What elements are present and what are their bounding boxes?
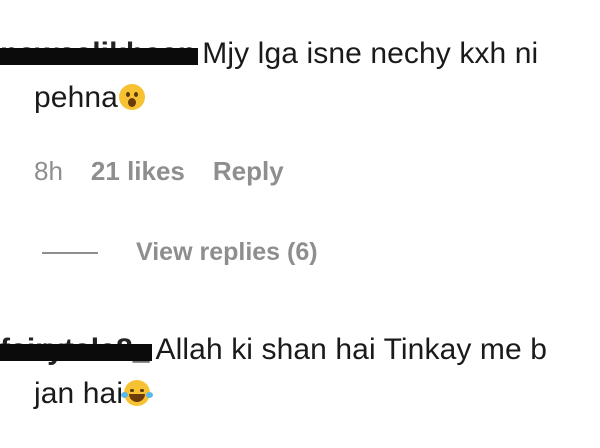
reply-button[interactable]: Reply bbox=[213, 156, 284, 187]
comment-meta: 8h 21 likes Reply bbox=[34, 156, 312, 187]
tears-of-joy-emoji-icon bbox=[121, 380, 154, 406]
likes-count[interactable]: 21 likes bbox=[91, 156, 185, 187]
comment-username[interactable]: fairytale8_ bbox=[0, 328, 152, 372]
redaction-bar bbox=[0, 344, 152, 361]
comment-username[interactable]: nawaalikhaan bbox=[0, 32, 199, 76]
divider-line bbox=[42, 251, 98, 254]
redaction-bar bbox=[0, 48, 199, 65]
view-replies-label[interactable]: View replies (6) bbox=[136, 238, 318, 267]
comment-body: fairytale8_ Allah ki shan hai Tinkay me … bbox=[0, 328, 574, 416]
comment-body: nawaalikhaan Mjy lga isne nechy kxh ni p… bbox=[0, 32, 574, 120]
astonished-face-emoji-icon bbox=[118, 84, 145, 110]
comment: nawaalikhaan Mjy lga isne nechy kxh ni p… bbox=[0, 32, 600, 120]
comment-timestamp: 8h bbox=[34, 156, 63, 186]
comment: fairytale8_ Allah ki shan hai Tinkay me … bbox=[0, 328, 600, 416]
view-replies-button[interactable]: View replies (6) bbox=[42, 238, 318, 267]
